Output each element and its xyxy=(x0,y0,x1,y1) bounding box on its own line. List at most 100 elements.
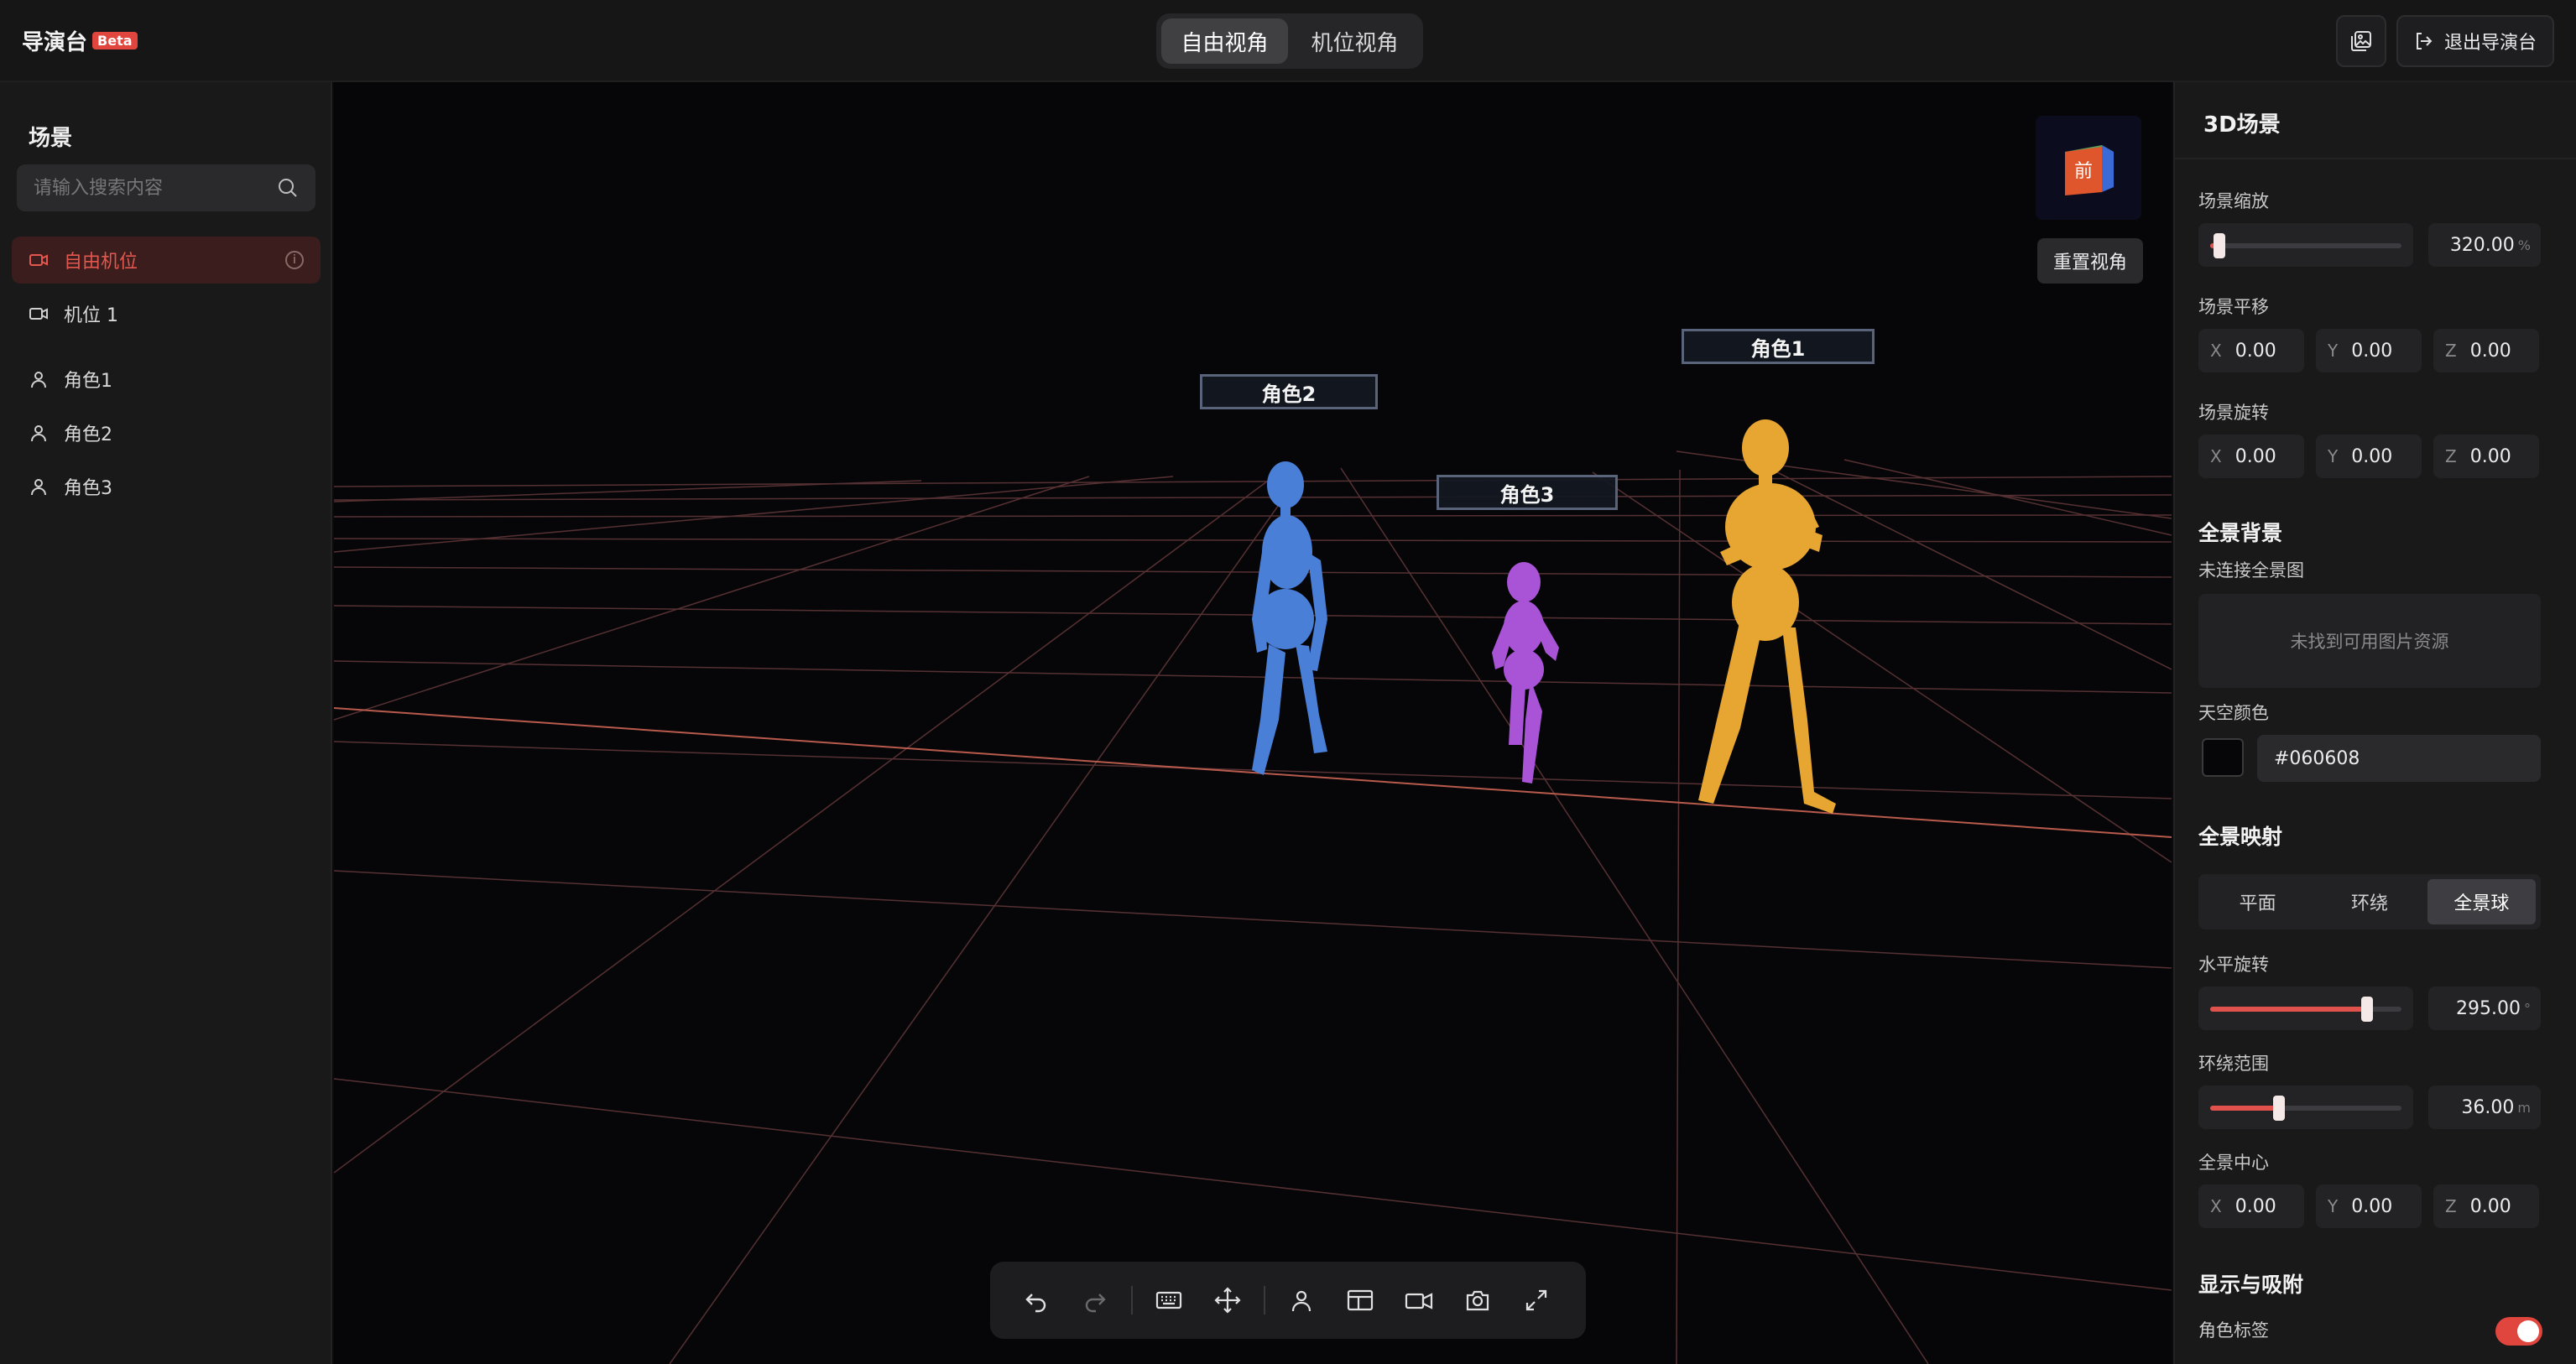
value: 0.00 xyxy=(2351,445,2393,467)
tab-free-view[interactable]: 自由视角 xyxy=(1161,18,1288,64)
scene-rotate-label: 场景旋转 xyxy=(2198,403,2269,423)
ground-grid xyxy=(334,450,2172,1364)
character-label-1[interactable]: 角色1 xyxy=(1682,329,1875,364)
horizontal-rotation-slider[interactable] xyxy=(2198,987,2413,1030)
scene-canvas[interactable] xyxy=(334,82,2172,1364)
tree-item-character-2[interactable]: 角色2 xyxy=(12,409,321,456)
character-2-figure xyxy=(1252,461,1327,775)
reset-view-button[interactable]: 重置视角 xyxy=(2037,238,2143,284)
fullscreen-button[interactable] xyxy=(1507,1271,1566,1330)
axis-x-label: X xyxy=(2210,341,2222,361)
scene-translate-z[interactable]: Z 0.00 xyxy=(2433,329,2539,372)
value: 0.00 xyxy=(2469,340,2511,362)
surround-range-label: 环绕范围 xyxy=(2198,1054,2269,1074)
horizontal-rotation-unit: ° xyxy=(2524,1000,2531,1017)
undo-button[interactable] xyxy=(1007,1271,1066,1330)
scene-scale-label: 场景缩放 xyxy=(2198,191,2269,211)
slider-thumb[interactable] xyxy=(2214,233,2226,258)
value: 0.00 xyxy=(2469,445,2511,467)
search-input[interactable] xyxy=(34,177,277,199)
horizontal-rotation-label: 水平旋转 xyxy=(2198,955,2269,975)
panorama-center-z[interactable]: Z 0.00 xyxy=(2433,1184,2539,1228)
toolbar-divider xyxy=(1131,1286,1133,1315)
slider-track xyxy=(2210,997,2401,1022)
value: 0.00 xyxy=(2234,445,2276,467)
tree-item-label: 机位 1 xyxy=(64,305,118,326)
panorama-mapping-title: 全景映射 xyxy=(2198,825,2283,849)
top-bar: 导演台 Beta 自由视角 机位视角 退出导演台 xyxy=(0,0,2576,82)
slider-track xyxy=(2210,233,2401,258)
layout-button[interactable] xyxy=(1331,1271,1390,1330)
panorama-center-x[interactable]: X 0.00 xyxy=(2198,1184,2304,1228)
view-switch: 自由视角 机位视角 xyxy=(1156,13,1423,69)
gallery-button[interactable] xyxy=(2336,15,2386,67)
surround-range-input[interactable]: 36.00 m xyxy=(2428,1085,2541,1129)
character-label-toggle[interactable] xyxy=(2495,1317,2542,1346)
panorama-center-y[interactable]: Y 0.00 xyxy=(2316,1184,2422,1228)
horizontal-rotation-input[interactable]: 295.00 ° xyxy=(2428,987,2541,1030)
scene-rotate-z[interactable]: Z 0.00 xyxy=(2433,435,2539,478)
tree-item-character-3[interactable]: 角色3 xyxy=(12,463,321,510)
screenshot-icon xyxy=(1466,1290,1489,1311)
keyboard-button[interactable] xyxy=(1139,1271,1198,1330)
view-cube-icon: 前 xyxy=(2065,145,2114,195)
redo-icon xyxy=(1085,1294,1106,1313)
slider-track xyxy=(2210,1096,2401,1121)
screenshot-button[interactable] xyxy=(1448,1271,1507,1330)
camera-button[interactable] xyxy=(1390,1271,1448,1330)
sky-color-swatch[interactable] xyxy=(2202,738,2244,777)
search-icon[interactable] xyxy=(277,177,299,199)
3d-viewport[interactable]: 角色1 角色2 角色3 前 重置视角 xyxy=(334,82,2172,1364)
axis-z-label: Z xyxy=(2445,341,2457,361)
exit-director-button[interactable]: 退出导演台 xyxy=(2396,15,2554,67)
view-cube[interactable]: 前 xyxy=(2036,116,2141,220)
scene-rotate-x[interactable]: X 0.00 xyxy=(2198,435,2304,478)
move-icon xyxy=(1214,1287,1241,1314)
move-button[interactable] xyxy=(1198,1271,1257,1330)
tree-item-camera-1[interactable]: 机位 1 xyxy=(12,290,321,337)
add-character-button[interactable] xyxy=(1272,1271,1331,1330)
mapping-option-surround[interactable]: 环绕 xyxy=(2315,879,2423,924)
tree-item-label: 角色2 xyxy=(64,424,112,445)
scene-scale-value: 320.00 xyxy=(2449,234,2515,256)
scene-scale-input[interactable]: 320.00 % xyxy=(2428,223,2541,267)
slider-thumb[interactable] xyxy=(2273,1096,2286,1121)
axis-x-label: X xyxy=(2210,446,2222,466)
scene-rotate-y[interactable]: Y 0.00 xyxy=(2316,435,2422,478)
info-icon[interactable]: i xyxy=(285,251,304,269)
brand: 导演台 Beta xyxy=(22,25,138,56)
axis-line xyxy=(334,707,2172,838)
search-box xyxy=(17,164,315,211)
mapping-option-sphere[interactable]: 全景球 xyxy=(2427,879,2536,924)
surround-range-value: 36.00 xyxy=(2461,1096,2515,1118)
mapping-option-flat[interactable]: 平面 xyxy=(2203,879,2312,924)
scene-scale-slider[interactable] xyxy=(2198,223,2413,267)
properties-title: 3D场景 xyxy=(2203,112,2281,138)
layout-icon xyxy=(1347,1289,1374,1311)
sky-color-input[interactable]: #060608 xyxy=(2257,735,2541,782)
view-cube-face: 前 xyxy=(2074,161,2093,182)
scene-tree-title: 场景 xyxy=(29,126,73,151)
display-snap-title: 显示与吸附 xyxy=(2198,1273,2304,1297)
tree-item-free-camera[interactable]: 自由机位 i xyxy=(12,237,321,284)
axis-z-label: Z xyxy=(2445,1196,2457,1216)
panorama-empty-state[interactable]: 未找到可用图片资源 xyxy=(2198,594,2541,688)
scene-translate-x[interactable]: X 0.00 xyxy=(2198,329,2304,372)
character-label-2[interactable]: 角色2 xyxy=(1200,374,1378,409)
tab-camera-view[interactable]: 机位视角 xyxy=(1291,18,1418,64)
character-3-figure xyxy=(1492,562,1559,784)
tree-item-character-1[interactable]: 角色1 xyxy=(12,356,321,403)
value: 0.00 xyxy=(2469,1195,2511,1217)
slider-thumb[interactable] xyxy=(2360,997,2373,1022)
scene-translate-y[interactable]: Y 0.00 xyxy=(2316,329,2422,372)
image-gallery-icon xyxy=(2351,31,2371,51)
axis-z-label: Z xyxy=(2445,446,2457,466)
character-label-toggle-label: 角色标签 xyxy=(2198,1320,2269,1341)
redo-button[interactable] xyxy=(1066,1271,1124,1330)
slider-fill xyxy=(2210,1106,2280,1111)
axis-y-label: Y xyxy=(2328,341,2339,361)
surround-range-slider[interactable] xyxy=(2198,1085,2413,1129)
panorama-bg-status: 未连接全景图 xyxy=(2198,560,2304,580)
character-label-3[interactable]: 角色3 xyxy=(1437,475,1618,510)
value: 0.00 xyxy=(2351,340,2393,362)
